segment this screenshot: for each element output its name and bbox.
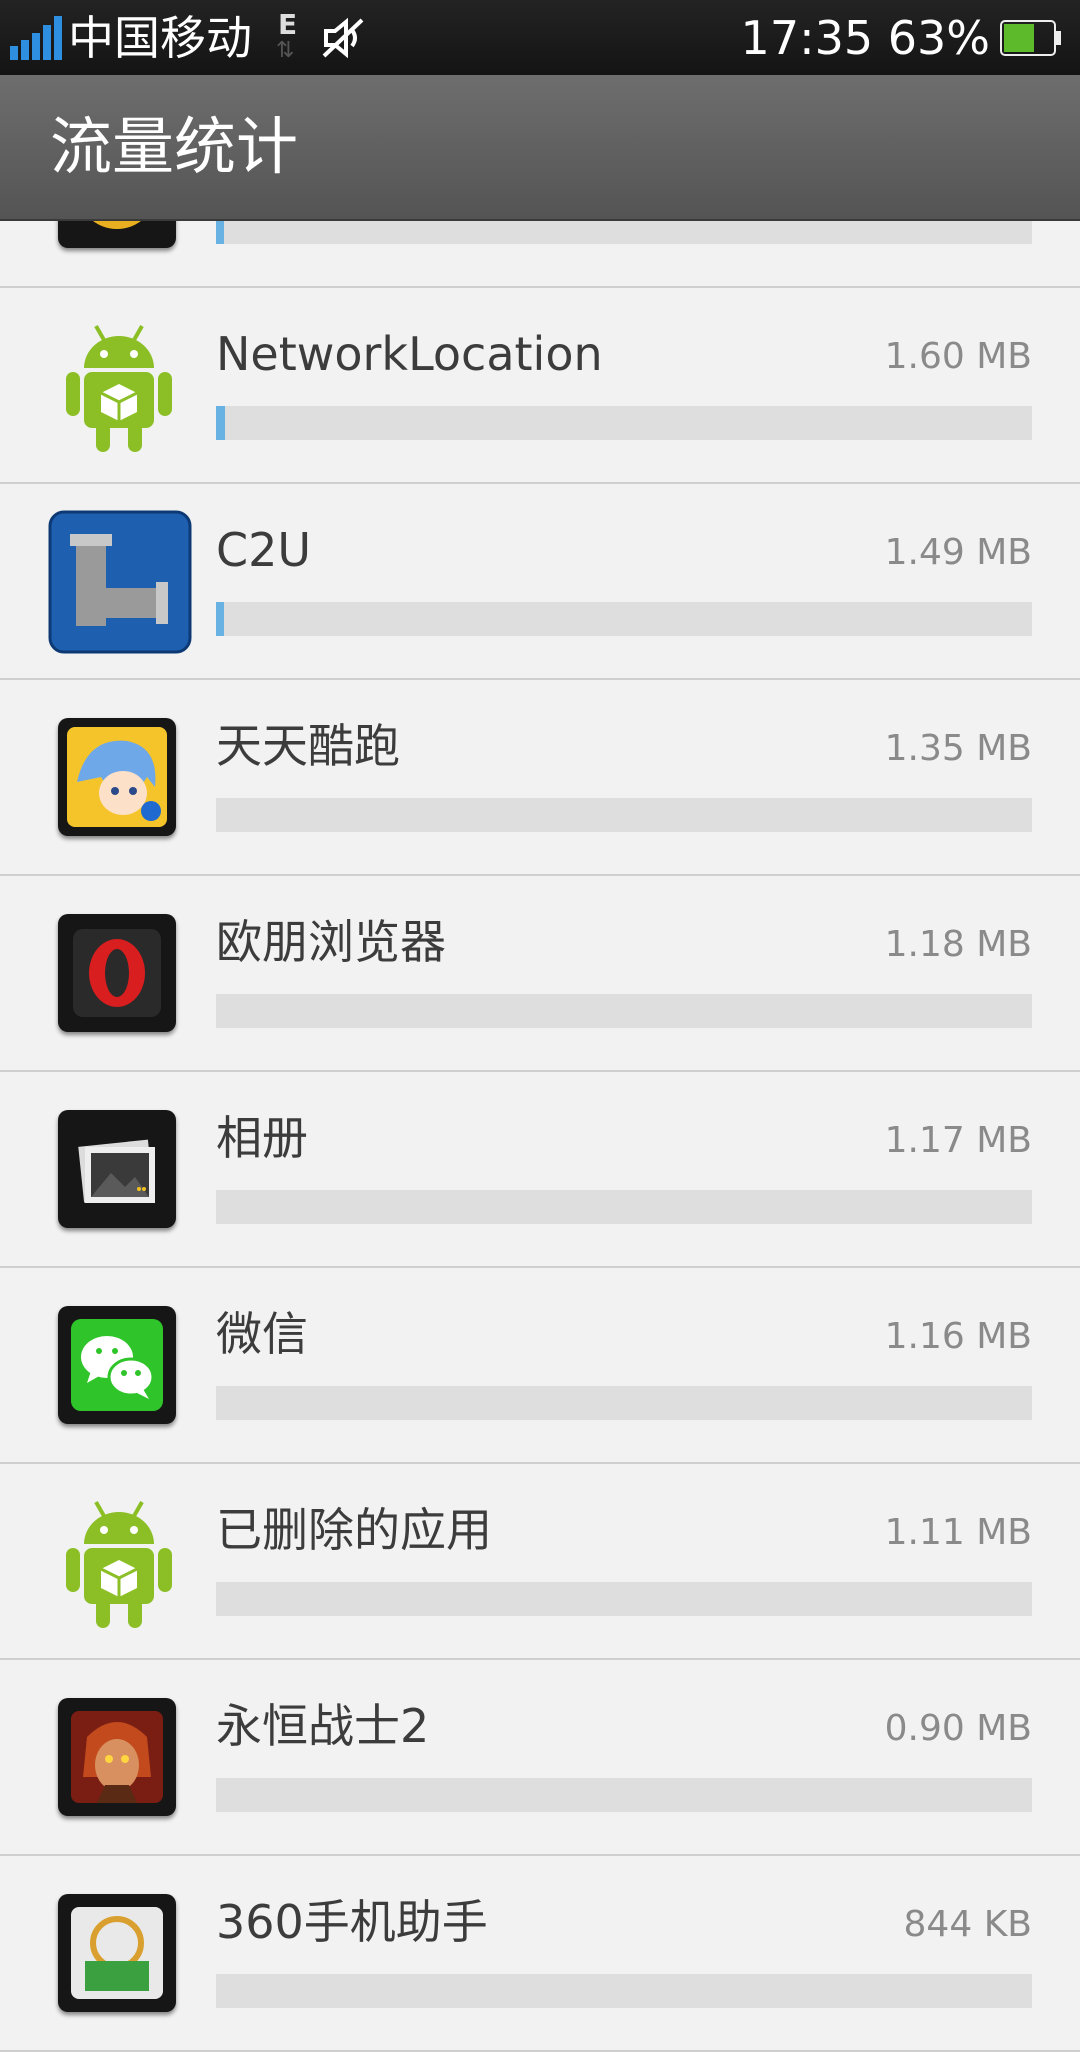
app-usage-size: 1.11 MB (884, 1512, 1032, 1553)
data-arrows-icon: ⇅ (276, 38, 295, 63)
clock-time: 17:35 (740, 11, 874, 65)
app-usage-size: 1.17 MB (884, 1120, 1032, 1161)
usage-bar (216, 1778, 1032, 1812)
app-name: 360手机助手 (216, 1895, 488, 1949)
wechat-icon (58, 1306, 180, 1428)
network-type: E (278, 8, 298, 41)
signal-icon (10, 16, 62, 60)
list-item[interactable]: 天天酷跑 1.35 MB (0, 680, 1080, 876)
usage-bar (216, 1190, 1032, 1224)
app-name: 永恒战士2 (216, 1699, 430, 1753)
list-item[interactable]: 欧朋浏览器 1.18 MB (0, 876, 1080, 1072)
app-usage-size: 1.49 MB (884, 532, 1032, 573)
battery-percent: 63% (887, 11, 990, 65)
list-item[interactable]: NetworkLocation 1.60 MB (0, 288, 1080, 484)
mute-icon (322, 17, 364, 59)
app-usage-size: 0.90 MB (884, 1708, 1032, 1749)
list-item[interactable]: 已删除的应用 1.11 MB (0, 1464, 1080, 1660)
list-item[interactable]: 360手机助手 844 KB (0, 1856, 1080, 2052)
android-icon (58, 1501, 180, 1628)
list-item[interactable]: 永恒战士2 0.90 MB (0, 1660, 1080, 1856)
usage-bar (216, 1582, 1032, 1616)
usage-bar-fill (216, 602, 225, 636)
app-name: 微信 (216, 1307, 308, 1361)
app-usage-size: 1.16 MB (884, 1316, 1032, 1357)
app-usage-size: 844 KB (903, 1904, 1032, 1945)
list-item[interactable]: 微信 1.16 MB (0, 1268, 1080, 1464)
list-item[interactable]: C2U 1.49 MB (0, 484, 1080, 680)
app-usage-size: 1.18 MB (884, 924, 1032, 965)
app-name: 已删除的应用 (216, 1503, 492, 1557)
usage-bar (216, 798, 1032, 832)
warrior-icon (58, 1698, 180, 1820)
opera-icon (58, 914, 180, 1036)
app-name: 欧朋浏览器 (216, 915, 446, 969)
app-usage-size: 1.35 MB (884, 728, 1032, 769)
usage-bar (216, 1386, 1032, 1420)
app-name: 相册 (216, 1111, 308, 1165)
app-name: NetworkLocation (216, 327, 603, 381)
gallery-icon (58, 1110, 180, 1232)
360-assistant-icon (58, 1894, 180, 2016)
usage-bar (216, 1974, 1032, 2008)
usage-bar (216, 406, 1032, 440)
pipe-icon (48, 510, 192, 654)
status-bar: 中国移动 E ⇅ 17:35 63% (0, 0, 1080, 75)
title-bar: 流量统计 (0, 75, 1080, 221)
android-icon (58, 325, 180, 452)
battery-icon (1000, 20, 1061, 56)
page-title: 流量统计 (50, 110, 299, 183)
app-name: C2U (216, 523, 312, 577)
carrier-name: 中国移动 (68, 11, 252, 65)
list-item[interactable]: 相册 1.17 MB (0, 1072, 1080, 1268)
game-character-icon (58, 718, 180, 840)
app-usage-size: 1.60 MB (884, 336, 1032, 377)
usage-bar-fill (216, 406, 225, 440)
usage-bar (216, 994, 1032, 1028)
app-usage-list: NetworkLocation 1.60 MB C2U 1.49 MB 天天酷跑… (0, 92, 1080, 2052)
app-name: 天天酷跑 (216, 719, 400, 773)
usage-bar (216, 602, 1032, 636)
